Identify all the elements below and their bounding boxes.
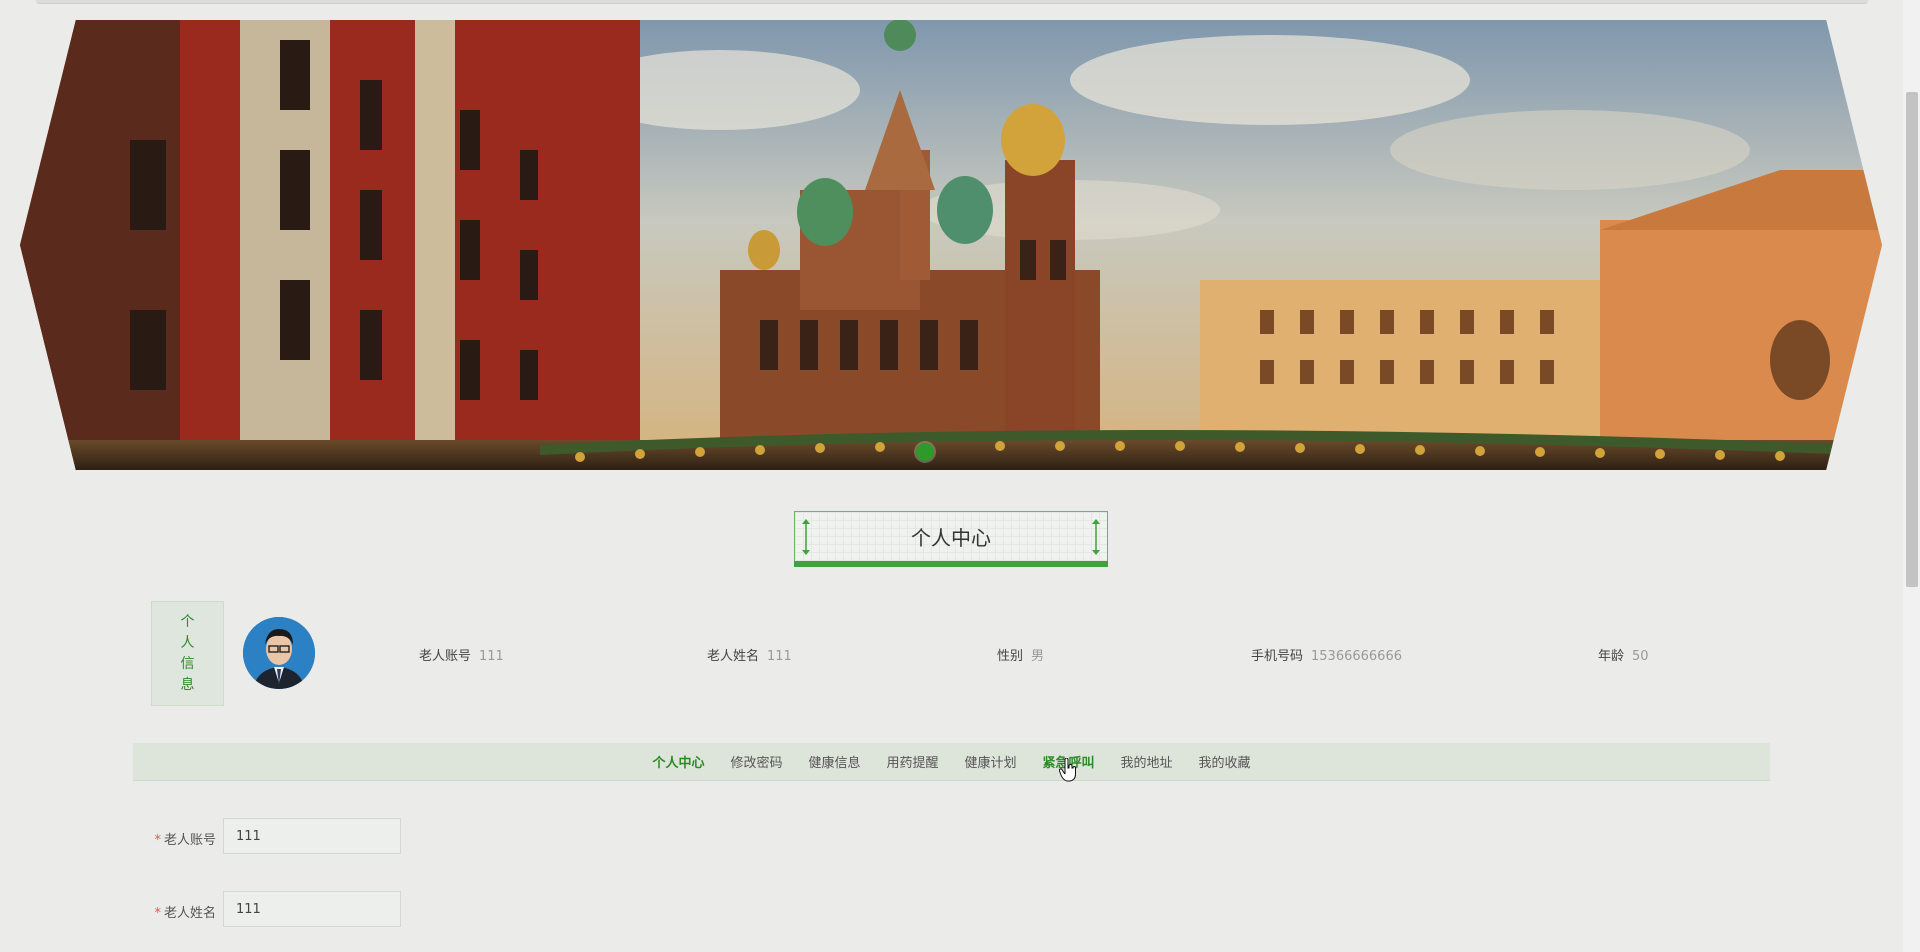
info-age: 年龄 50: [1598, 645, 1649, 664]
tab-change-password[interactable]: 修改密码: [730, 752, 782, 771]
tab-medication-reminder[interactable]: 用药提醒: [886, 752, 938, 771]
info-name: 老人姓名 111: [707, 645, 792, 664]
info-account-label: 老人账号: [419, 649, 472, 664]
form-label-name: * 老人姓名: [150, 902, 216, 921]
required-mark: *: [154, 906, 161, 921]
info-account: 老人账号 111: [419, 645, 504, 664]
top-bar: [36, 0, 1868, 4]
personal-info-label-char: 人: [180, 634, 195, 651]
carousel-indicator-dot[interactable]: [916, 443, 934, 461]
avatar-portrait-icon: [243, 617, 315, 689]
hand-cursor-icon: [1059, 758, 1076, 782]
scrollbar[interactable]: [1903, 0, 1920, 952]
personal-info-label-char: 息: [180, 676, 195, 693]
form-label-account: * 老人账号: [150, 829, 216, 848]
info-phone-value: 15366666666: [1311, 649, 1402, 664]
banner-carousel[interactable]: [20, 20, 1882, 470]
info-age-label: 年龄: [1598, 649, 1625, 664]
section-title: 个人中心: [794, 511, 1108, 567]
personal-info-label-char: 个: [180, 613, 195, 630]
account-input[interactable]: [223, 818, 401, 854]
info-account-value: 111: [479, 649, 504, 664]
tab-health-plan[interactable]: 健康计划: [965, 752, 1017, 771]
required-mark: *: [154, 833, 161, 848]
profile-tab-bar: 个人中心 修改密码 健康信息 用药提醒 健康计划 紧急呼叫 我的地址 我的收藏: [133, 743, 1770, 781]
banner-image: [20, 20, 1882, 470]
section-title-underline: [794, 561, 1108, 567]
form-label-name-text: 老人姓名: [163, 906, 216, 921]
personal-info-label-char: 信: [180, 655, 195, 672]
info-gender: 性别男: [997, 645, 1044, 664]
info-name-value: 111: [767, 649, 792, 664]
title-right-ornament-icon: [1092, 519, 1100, 555]
tab-my-address[interactable]: 我的地址: [1121, 752, 1173, 771]
tab-health-info[interactable]: 健康信息: [808, 752, 860, 771]
personal-info-label: 个 人 信 息: [151, 601, 224, 706]
tab-personal-center[interactable]: 个人中心: [652, 752, 704, 771]
title-left-ornament-icon: [802, 519, 810, 555]
info-gender-label: 性别: [997, 649, 1024, 664]
info-phone-label: 手机号码: [1251, 649, 1304, 664]
form-label-account-text: 老人账号: [163, 833, 216, 848]
name-input[interactable]: [223, 891, 401, 927]
info-phone: 手机号码 15366666666: [1251, 645, 1402, 664]
info-gender-value: 男: [1031, 649, 1045, 664]
avatar: [243, 617, 315, 689]
tab-my-favorites[interactable]: 我的收藏: [1199, 752, 1251, 771]
scrollbar-thumb[interactable]: [1906, 92, 1918, 587]
info-name-label: 老人姓名: [707, 649, 760, 664]
section-title-text: 个人中心: [911, 526, 991, 550]
info-age-value: 50: [1632, 649, 1649, 664]
